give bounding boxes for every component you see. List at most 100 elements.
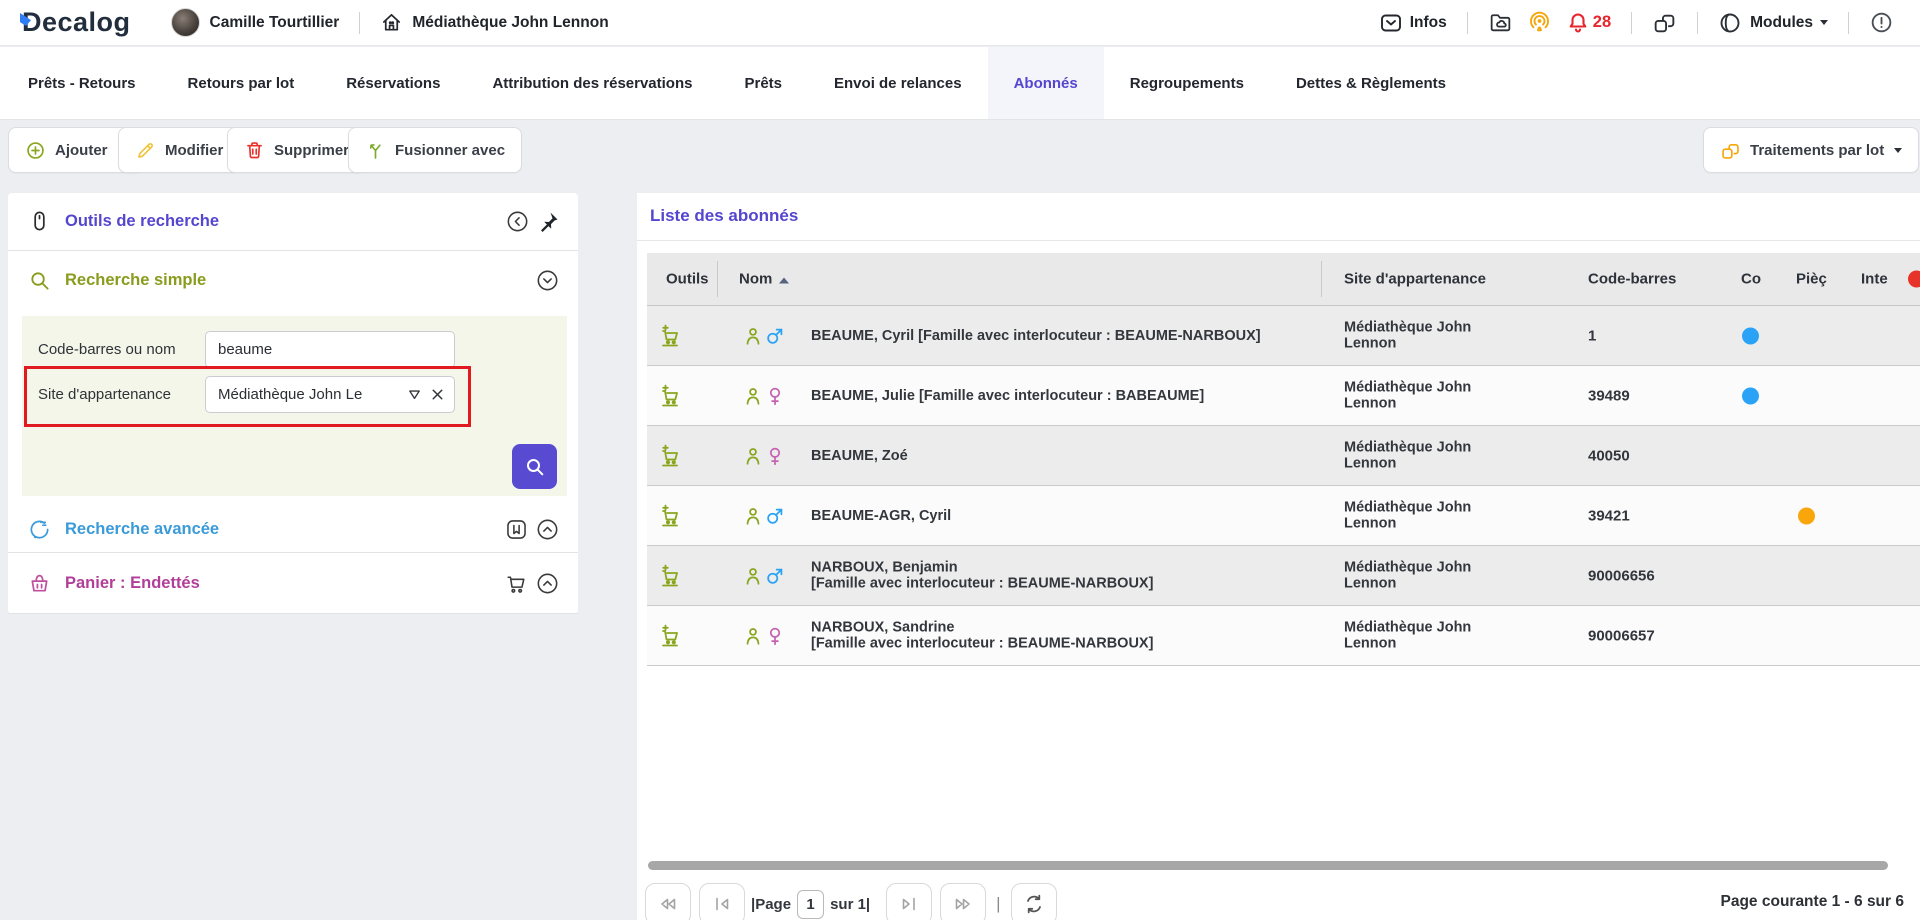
nav-tab[interactable]: Réservations (320, 47, 466, 119)
col-inte[interactable]: Inte (1861, 271, 1888, 288)
search-tools-header: Outils de recherche (8, 193, 578, 250)
batch-processing-button[interactable]: Traitements par lot (1703, 127, 1919, 173)
infos-label[interactable]: Infos (1410, 14, 1447, 32)
subscriber-site: Médiathèque John Lennon (1344, 439, 1509, 472)
barcode-label: Code-barres ou nom (38, 341, 176, 358)
add-to-cart-icon[interactable] (659, 564, 683, 588)
add-to-cart-icon[interactable] (659, 324, 683, 348)
bookmark-square-icon[interactable] (504, 517, 529, 542)
nav-tab[interactable]: Retours par lot (162, 47, 321, 119)
merge-button[interactable]: Fusionner avec (348, 127, 522, 173)
broadcast-icon[interactable] (1527, 10, 1552, 35)
nav-tab[interactable]: Dettes & Règlements (1270, 47, 1472, 119)
pagination: |Page sur 1| | (645, 883, 1057, 920)
subscriber-name: BEAUME, Zoé (811, 447, 1331, 464)
link-squares-icon[interactable] (1652, 10, 1677, 35)
collapse-panel-icon[interactable] (505, 209, 530, 234)
chevron-up-circle-icon[interactable] (535, 571, 560, 596)
subscriber-name-line2: [Famille avec interlocuteur : BEAUME-NAR… (811, 576, 1331, 593)
modules-label[interactable]: Modules (1750, 14, 1813, 32)
user-name[interactable]: Camille Tourtillier (210, 14, 340, 32)
nav-tab-label: Réservations (346, 75, 440, 92)
subscriber-site: Médiathèque John Lennon (1344, 559, 1509, 592)
advanced-search-icon (28, 518, 51, 541)
info-circle-icon[interactable] (1869, 10, 1894, 35)
next-page-button[interactable] (886, 883, 932, 920)
add-to-cart-icon[interactable] (659, 624, 683, 648)
add-to-cart-icon[interactable] (659, 444, 683, 468)
add-to-cart-icon[interactable] (659, 384, 683, 408)
avatar[interactable] (171, 8, 200, 37)
mouse-icon (28, 210, 51, 233)
col-piece[interactable]: Pièç (1796, 271, 1827, 288)
merge-icon (365, 140, 386, 161)
caret-down-icon (1894, 148, 1902, 153)
subscriber-name: BEAUME, Cyril [Famille avec interlocuteu… (811, 327, 1331, 344)
nav-tab[interactable]: Attribution des réservations (466, 47, 718, 119)
edit-button[interactable]: Modifier (118, 127, 240, 173)
sort-asc-icon (779, 278, 789, 284)
basket-header[interactable]: Panier : Endettés (8, 553, 578, 613)
subscriber-row[interactable]: BEAUME, Zoé Médiathèque John Lennon 4005… (647, 426, 1920, 486)
col-outils: Outils (666, 271, 709, 288)
basket-title: Panier : Endettés (65, 574, 200, 593)
nav-tab-label: Retours par lot (188, 75, 295, 92)
site-label: Site d'appartenance (38, 386, 171, 403)
folder-cloud-icon[interactable] (1488, 10, 1513, 35)
partial-red-dot (1908, 271, 1920, 288)
horizontal-scrollbar[interactable] (648, 861, 1888, 870)
nav-tab[interactable]: Envoi de relances (808, 47, 988, 119)
delete-button-label: Supprimer (274, 142, 349, 159)
clear-icon[interactable] (429, 386, 446, 403)
nav-tab[interactable]: Prêts - Retours (2, 47, 162, 119)
subscriber-row[interactable]: BEAUME, Cyril [Famille avec interlocuteu… (647, 306, 1920, 366)
prev-page-button[interactable] (699, 883, 745, 920)
nav-tab[interactable]: Regroupements (1104, 47, 1270, 119)
subscriber-row[interactable]: NARBOUX, Sandrine [Famille avec interloc… (647, 606, 1920, 666)
chevron-down-circle-icon[interactable] (535, 268, 560, 293)
notifications-bell-icon[interactable] (1566, 11, 1590, 35)
advanced-search-header[interactable]: Recherche avancée (8, 506, 578, 552)
first-page-button[interactable] (645, 883, 691, 920)
col-co[interactable]: Co (1741, 271, 1761, 288)
search-icon (28, 269, 51, 292)
decalog-logo[interactable]: Decalog (18, 7, 131, 38)
simple-search-header[interactable]: Recherche simple (8, 251, 578, 309)
col-code-barres[interactable]: Code-barres (1588, 271, 1676, 288)
subscriber-row[interactable]: BEAUME, Julie [Famille avec interlocuteu… (647, 366, 1920, 426)
refresh-button[interactable] (1011, 883, 1057, 920)
dropdown-triangle-icon[interactable] (406, 386, 423, 403)
male-icon (764, 325, 786, 347)
person-icon (742, 625, 764, 647)
col-site[interactable]: Site d'appartenance (1344, 271, 1486, 288)
person-icon (742, 505, 764, 527)
divider (1848, 12, 1849, 34)
subscriber-barcode: 39489 (1588, 387, 1630, 404)
person-icon (742, 385, 764, 407)
pin-icon[interactable] (536, 210, 560, 234)
library-name[interactable]: Médiathèque John Lennon (412, 14, 608, 32)
divider (359, 12, 360, 34)
col-nom[interactable]: Nom (739, 271, 789, 288)
site-select[interactable]: Médiathèque John Le (205, 376, 455, 413)
divider (1697, 12, 1698, 34)
top-header: Decalog Camille Tourtillier Médiathèque … (0, 0, 1920, 46)
edit-button-label: Modifier (165, 142, 223, 159)
infos-envelope-icon[interactable] (1379, 11, 1403, 35)
add-to-cart-icon[interactable] (659, 504, 683, 528)
last-page-button[interactable] (940, 883, 986, 920)
delete-button[interactable]: Supprimer (227, 127, 366, 173)
person-icon (742, 565, 764, 587)
subscriber-row[interactable]: NARBOUX, Benjamin [Famille avec interloc… (647, 546, 1920, 606)
notifications-count[interactable]: 28 (1593, 13, 1611, 32)
nav-tab-label: Dettes & Règlements (1296, 75, 1446, 92)
chevron-up-circle-icon[interactable] (535, 517, 560, 542)
page-label: |Page (751, 896, 791, 913)
search-button[interactable] (512, 444, 557, 489)
subscriber-row[interactable]: BEAUME-AGR, Cyril Médiathèque John Lenno… (647, 486, 1920, 546)
nav-tab[interactable]: Abonnés (988, 47, 1104, 119)
nav-tab[interactable]: Prêts (718, 47, 808, 119)
cart-icon[interactable] (504, 571, 529, 596)
page-number-input[interactable] (797, 890, 824, 919)
barcode-input[interactable] (205, 331, 455, 368)
